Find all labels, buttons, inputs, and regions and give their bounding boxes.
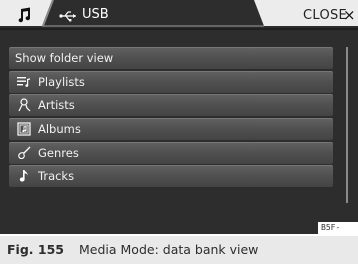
- scrollbar[interactable]: [346, 47, 348, 203]
- music-note-icon[interactable]: [14, 5, 34, 25]
- close-icon[interactable]: ×: [343, 6, 356, 24]
- list-item-label: Artists: [38, 98, 75, 113]
- list-item-label: Tracks: [38, 169, 75, 184]
- list-item-playlists[interactable]: Playlists: [9, 70, 333, 93]
- album-icon: [17, 121, 31, 137]
- list-item-label: Genres: [38, 145, 79, 160]
- image-code: B5F-0903: [318, 222, 358, 244]
- list-item-albums[interactable]: Albums: [9, 118, 333, 141]
- caption-text: Media Mode: data bank view: [79, 242, 259, 257]
- list-item-label: Albums: [38, 122, 81, 137]
- genre-icon: [17, 145, 31, 161]
- list-item-genres[interactable]: Genres: [9, 141, 333, 164]
- usb-icon: [59, 8, 79, 22]
- close-button[interactable]: CLOSE: [303, 7, 347, 25]
- list-item-label: Playlists: [38, 74, 85, 89]
- list-item-label: Show folder view: [15, 51, 114, 65]
- artist-icon: [17, 97, 31, 113]
- source-tab-label[interactable]: USB: [82, 6, 109, 24]
- playlist-icon: [17, 74, 31, 90]
- figure-number: Fig. 155: [7, 242, 64, 257]
- media-screen: USB CLOSE × Show folder view Playlists A…: [0, 0, 358, 234]
- list-item-tracks[interactable]: Tracks: [9, 165, 333, 188]
- track-icon: [17, 168, 31, 184]
- show-folder-view-button[interactable]: Show folder view: [9, 47, 333, 69]
- figure-caption: Fig. 155 Media Mode: data bank view: [0, 236, 358, 264]
- top-tab-bar: USB CLOSE ×: [0, 0, 358, 30]
- list-item-artists[interactable]: Artists: [9, 94, 333, 117]
- media-category-list: Show folder view Playlists Artists Album…: [9, 47, 333, 189]
